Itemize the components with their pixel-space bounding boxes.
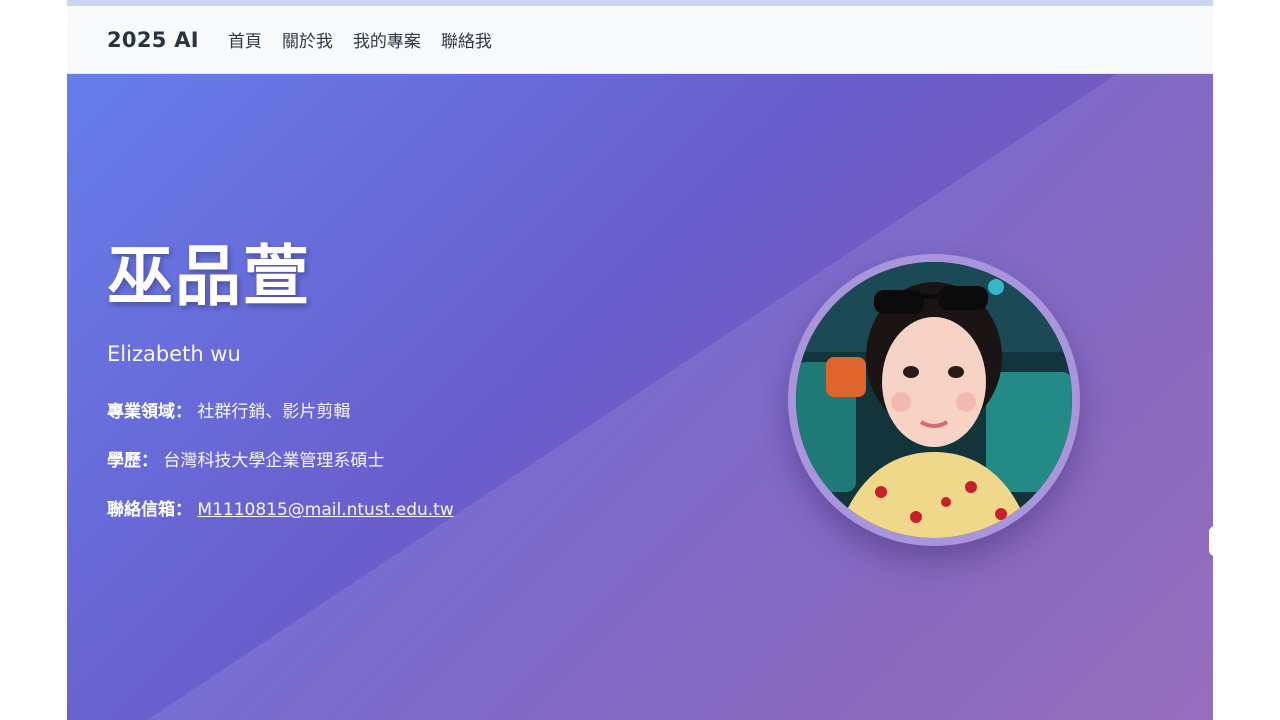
info-label-expertise: 專業領域：: [107, 402, 192, 422]
nav-link-contact[interactable]: 聯絡我: [441, 27, 492, 52]
info-row-expertise: 專業領域： 社群行銷、影片剪輯: [107, 400, 707, 424]
brand-logo[interactable]: 2025 AI: [107, 28, 199, 52]
page: 2025 AI 首頁 關於我 我的專案 聯絡我 巫品萱 Elizabeth wu…: [67, 0, 1213, 720]
nav-link-projects[interactable]: 我的專案: [353, 27, 421, 52]
nav-link-home[interactable]: 首頁: [228, 27, 262, 52]
hero-text: 巫品萱 Elizabeth wu 專業領域： 社群行銷、影片剪輯 學歷： 台灣科…: [107, 237, 707, 547]
info-list: 專業領域： 社群行銷、影片剪輯 學歷： 台灣科技大學企業管理系碩士 聯絡信箱： …: [107, 400, 707, 522]
email-link[interactable]: M1110815@mail.ntust.edu.tw: [197, 500, 453, 520]
hero-section: 巫品萱 Elizabeth wu 專業領域： 社群行銷、影片剪輯 學歷： 台灣科…: [67, 74, 1213, 720]
info-label-email: 聯絡信箱：: [107, 500, 192, 520]
nav-link-about[interactable]: 關於我: [282, 27, 333, 52]
info-value-education: 台灣科技大學企業管理系碩士: [163, 451, 385, 471]
avatar-ring: [788, 254, 1080, 546]
info-row-email: 聯絡信箱： M1110815@mail.ntust.edu.tw: [107, 498, 707, 522]
avatar: [796, 262, 1072, 538]
navbar: 2025 AI 首頁 關於我 我的專案 聯絡我: [67, 6, 1213, 74]
info-row-education: 學歷： 台灣科技大學企業管理系碩士: [107, 449, 707, 473]
info-label-education: 學歷：: [107, 451, 158, 471]
profile-photo-icon: [796, 262, 1072, 538]
hero-name: 巫品萱: [107, 238, 311, 315]
nav-links: 首頁 關於我 我的專案 聯絡我: [228, 27, 492, 52]
hero-subtitle: Elizabeth wu: [107, 342, 241, 366]
scroll-handle[interactable]: [1209, 526, 1221, 556]
info-value-expertise: 社群行銷、影片剪輯: [197, 402, 351, 422]
